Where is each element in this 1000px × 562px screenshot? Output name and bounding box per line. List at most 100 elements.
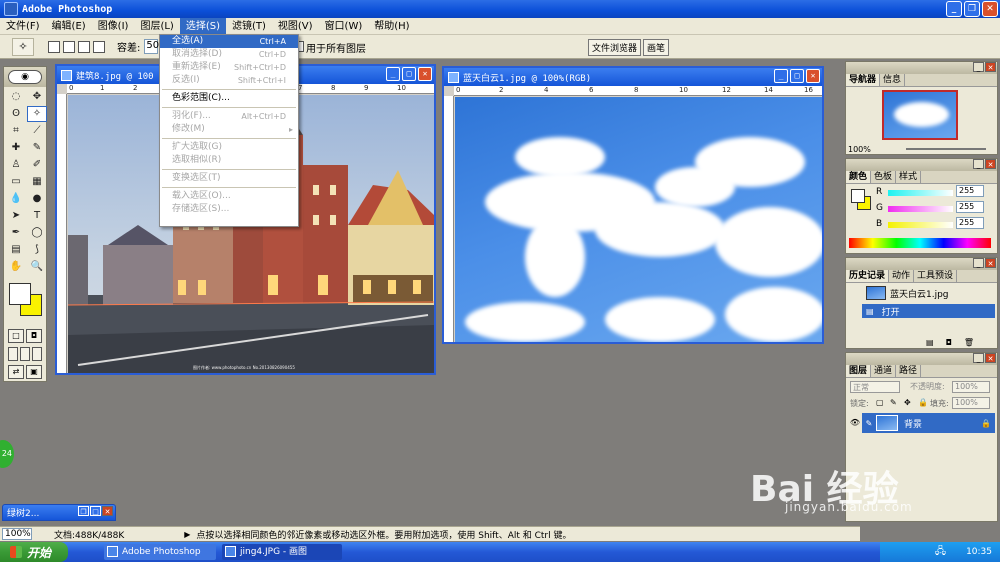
history-brush-tool-icon[interactable]: ✐ [27,157,47,173]
pen-tool-icon[interactable]: ✒ [6,225,26,241]
select-menu-item[interactable]: 取消选择(D) Ctrl+D [160,48,298,61]
doc-close-button[interactable]: ✕ [806,69,820,83]
brush-tool-icon[interactable]: ✎ [27,140,47,156]
blend-mode-select[interactable]: 正常 [850,381,900,393]
select-menu-item[interactable]: 全选(A) Ctrl+A [160,35,298,48]
tab-navigator[interactable]: 导航器 [846,74,881,86]
zoom-tool-icon[interactable]: 🔍 [27,259,47,275]
tab-info[interactable]: 信息 [880,74,906,86]
jump-to-imageready-icon[interactable]: ⇄ [8,365,24,379]
select-menu-item[interactable]: 扩大选取(G) [160,141,298,154]
gradient-tool-icon[interactable]: ▦ [27,174,47,190]
doc-minimize-button[interactable]: _ [774,69,788,83]
blur-tool-icon[interactable]: 💧 [6,191,26,207]
menu-layer[interactable]: 图层(L) [134,18,179,35]
status-doc-info[interactable]: 文档:488K/488K [54,528,124,541]
status-zoom-input[interactable]: 100% [2,528,32,540]
lock-image-icon[interactable]: ✎ [890,398,897,407]
tab-actions[interactable]: 动作 [889,270,915,282]
path-selection-tool-icon[interactable]: ➤ [6,208,26,224]
blue-value-input[interactable]: 255 [956,217,984,229]
crop-tool-icon[interactable]: ⌗ [6,123,26,139]
lock-all-icon[interactable]: 🔒 [918,398,928,407]
menu-view[interactable]: 视图(V) [272,18,319,35]
red-value-input[interactable]: 255 [956,185,984,197]
menu-edit[interactable]: 编辑(E) [46,18,92,35]
navigator-zoom-slider[interactable] [906,148,986,150]
select-menu-item[interactable]: 载入选区(O)... [160,190,298,203]
clock[interactable]: 10:35 [966,547,992,557]
green-slider[interactable] [888,206,953,212]
fill-input[interactable]: 100% [952,397,990,409]
layer-visibility-eye-icon[interactable]: 👁 [848,413,862,433]
taskbar-item-paint[interactable]: jing4.JPG - 画图 [222,544,342,560]
move-tool-icon[interactable]: ✥ [27,89,47,105]
start-button[interactable]: 开始 [0,542,68,562]
lock-position-icon[interactable]: ✥ [904,398,911,407]
opacity-input[interactable]: 100% [952,381,990,393]
color-fg-swatch[interactable] [851,189,865,203]
document-window-sky[interactable]: 蓝天白云1.jpg @ 100%(RGB) _ □ ✕ 0 2 4 6 8 10… [442,66,824,344]
imageready-icon[interactable]: ▣ [26,365,42,379]
green-badge[interactable]: 24 [0,440,14,468]
tab-history[interactable]: 历史记录 [846,270,890,282]
minimize-button[interactable]: _ [946,1,962,17]
tab-channels[interactable]: 通道 [871,365,897,377]
magic-wand-preset-icon[interactable]: ✧ [12,37,34,56]
tab-styles[interactable]: 样式 [896,171,922,183]
doc-maximize-button[interactable]: □ [402,67,416,81]
select-menu-item[interactable]: 存储选区(S)... [160,203,298,216]
menu-window[interactable]: 窗口(W) [319,18,369,35]
palette-close-button[interactable]: ✕ [985,353,996,363]
tab-tool-presets[interactable]: 工具预设 [914,270,958,282]
green-value-input[interactable]: 255 [956,201,984,213]
doc-minimize-button[interactable]: _ [386,67,400,81]
menu-image[interactable]: 图像(I) [92,18,135,35]
palette-minimize-button[interactable]: _ [973,258,984,268]
screen-mode-standard-icon[interactable] [8,347,18,361]
subtract-selection-mode-icon[interactable] [78,40,90,53]
tab-color[interactable]: 颜色 [846,171,872,183]
close-button[interactable]: ✕ [982,1,998,17]
palette-close-button[interactable]: ✕ [985,258,996,268]
select-menu-item[interactable]: 色彩范围(C)... [160,92,298,105]
healing-brush-tool-icon[interactable]: ✚ [6,140,26,156]
select-menu-item[interactable]: 变换选区(T) [160,172,298,185]
palette-close-button[interactable]: ✕ [985,62,996,72]
min-close-button[interactable]: ✕ [102,506,113,516]
add-selection-mode-icon[interactable] [63,40,75,53]
select-menu-item[interactable]: 选取相似(R) [160,154,298,167]
lock-transparency-icon[interactable]: ▢ [876,398,884,407]
magic-wand-tool-icon[interactable]: ✧ [27,106,47,122]
slice-tool-icon[interactable]: ⟋ [27,123,47,139]
standard-mode-icon[interactable]: □ [8,329,24,343]
select-menu-item[interactable]: 反选(I) Shift+Ctrl+I [160,74,298,87]
screen-mode-menu-icon[interactable] [20,347,30,361]
palette-minimize-button[interactable]: _ [973,353,984,363]
min-maximize-button[interactable]: □ [90,506,101,516]
hand-tool-icon[interactable]: ✋ [6,259,26,275]
marquee-tool-icon[interactable]: ◌ [6,89,26,105]
history-snapshot-row[interactable]: 蓝天白云1.jpg [848,284,995,302]
select-menu-item[interactable]: 重新选择(E) Shift+Ctrl+D [160,61,298,74]
file-browser-tab[interactable]: 文件浏览器 [588,39,642,56]
palette-close-button[interactable]: ✕ [985,159,996,169]
screen-mode-full-icon[interactable] [32,347,42,361]
shape-tool-icon[interactable]: ◯ [27,225,47,241]
tab-swatches[interactable]: 色板 [871,171,897,183]
dodge-tool-icon[interactable]: ● [27,191,47,207]
menu-help[interactable]: 帮助(H) [368,18,415,35]
select-menu-item[interactable]: 修改(M) ▸ [160,123,298,136]
restore-button[interactable]: ❐ [964,1,980,17]
palette-minimize-button[interactable]: _ [973,159,984,169]
type-tool-icon[interactable]: T [27,208,47,224]
intersect-selection-mode-icon[interactable] [93,40,105,53]
menu-file[interactable]: 文件(F) [0,18,46,35]
select-menu-item[interactable]: 羽化(F)... Alt+Ctrl+D [160,110,298,123]
eraser-tool-icon[interactable]: ▭ [6,174,26,190]
doc-close-button[interactable]: ✕ [418,67,432,81]
color-spectrum-bar[interactable] [849,238,991,248]
doc-maximize-button[interactable]: □ [790,69,804,83]
new-document-from-state-icon[interactable]: ▤ [926,338,934,347]
palette-minimize-button[interactable]: _ [973,62,984,72]
